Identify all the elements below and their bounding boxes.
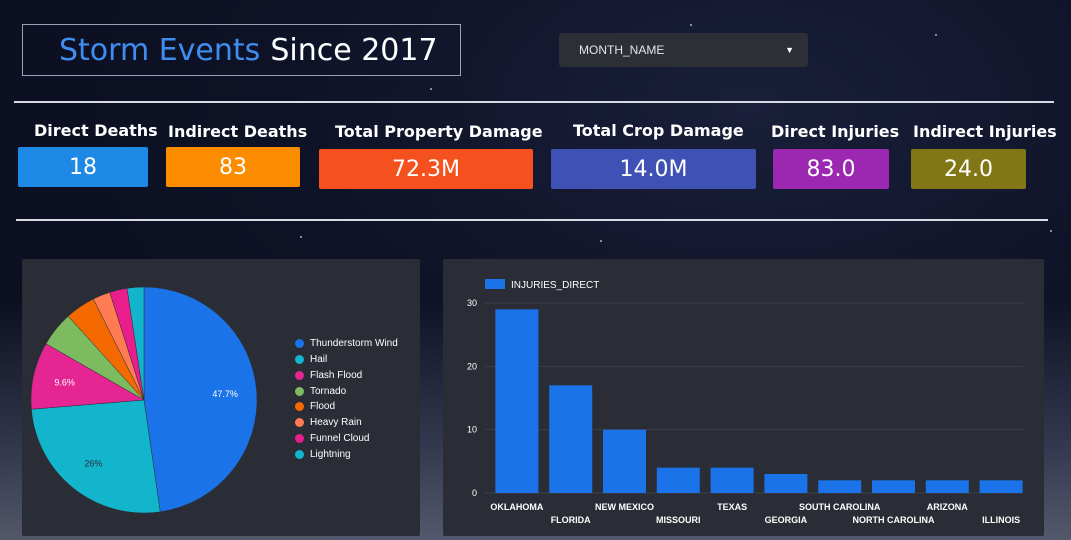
pie-slice-label: 9.6% [54,377,75,387]
kpi-label-property-damage: Total Property Damage [335,122,543,141]
x-tick-label: TEXAS [717,502,747,512]
bar[interactable] [818,480,862,493]
y-tick-label: 20 [467,361,477,371]
bar[interactable] [656,467,700,493]
pie-slice[interactable] [31,399,161,514]
pie-chart: 47.7% 26% 9.6% [30,286,258,514]
y-tick-label: 10 [467,425,477,435]
pie-legend-item[interactable]: Lightning [295,447,351,461]
bar[interactable] [495,309,539,493]
kpi-value-crop-damage: 14.0M [551,149,756,189]
x-tick-label: OKLAHOMA [490,502,543,512]
month-filter-dropdown[interactable]: MONTH_NAME ▼ [559,33,808,67]
legend-label: Heavy Rain [310,416,362,428]
kpi-label-crop-damage: Total Crop Damage [573,121,744,140]
pie-slice[interactable] [143,286,258,513]
legend-label: Thunderstorm Wind [310,337,398,349]
x-tick-label: ILLINOIS [982,515,1020,525]
bar-legend-swatch [485,279,505,289]
bar-chart: INJURIES_DIRECT 0 10 20 30 OKLAHOMA FLORIDA NE… [467,279,1023,525]
pie-legend-item[interactable]: Thunderstorm Wind [295,336,398,350]
background-star [600,240,602,242]
pie-legend-item[interactable]: Heavy Rain [295,415,362,429]
bar[interactable] [603,429,646,493]
background-star [690,24,692,26]
kpi-value-indirect-deaths: 83 [166,147,300,187]
bar-chart-panel: INJURIES_DIRECT 0 10 20 30 OKLAHOMA FLORIDA NE… [443,259,1044,536]
bar[interactable] [925,480,969,493]
pie-legend-item[interactable]: Flood [295,399,335,413]
pie-legend-item[interactable]: Funnel Cloud [295,431,369,445]
pie-slice-label: 47.7% [212,389,238,399]
legend-label: Hail [310,353,328,365]
x-tick-label: FLORIDA [551,515,591,525]
legend-label: Lightning [310,448,351,460]
kpi-label-indirect-deaths: Indirect Deaths [168,122,308,141]
background-star [430,88,432,90]
bar[interactable] [710,467,754,493]
x-tick-label: MISSOURI [656,515,701,525]
y-tick-label: 0 [472,488,477,498]
top-divider [14,101,1054,103]
background-star [300,236,302,238]
legend-dot-icon [295,354,304,364]
kpi-label-direct-deaths: Direct Deaths [34,121,158,140]
legend-dot-icon [295,401,304,411]
bar[interactable] [764,474,808,493]
bar[interactable] [872,480,915,493]
pie-slice-label: 26% [84,459,102,469]
bar[interactable] [549,385,593,493]
legend-label: Tornado [310,385,347,397]
bar[interactable] [979,480,1023,493]
legend-label: Funnel Cloud [310,432,370,444]
legend-dot-icon [295,417,304,427]
bar-legend-label: INJURIES_DIRECT [511,280,599,291]
kpi-value-property-damage: 72.3M [319,149,533,189]
title-part1: Storm Events [59,32,261,68]
caret-down-icon: ▼ [785,45,794,55]
kpi-value-direct-deaths: 18 [18,147,148,187]
y-tick-label: 30 [467,298,477,308]
kpi-value-indirect-injuries: 24.0 [911,149,1026,189]
title-part2: Since 2017 [270,32,438,68]
kpi-value-direct-injuries: 83.0 [773,149,889,189]
legend-dot-icon [295,370,304,380]
x-tick-label: GEORGIA [765,515,808,525]
bottom-divider [16,219,1048,221]
background-star [1050,230,1052,232]
x-tick-label: ARIZONA [927,502,968,512]
legend-dot-icon [295,449,304,459]
kpi-label-indirect-injuries: Indirect Injuries [913,122,1057,141]
legend-dot-icon [295,338,304,348]
month-filter-label: MONTH_NAME [579,43,665,57]
background-star [935,34,937,36]
legend-dot-icon [295,433,304,443]
x-tick-label: NORTH CAROLINA [853,515,935,525]
x-tick-label: NEW MEXICO [595,502,654,512]
pie-legend-item[interactable]: Tornado [295,384,346,398]
pie-chart-panel: 47.7% 26% 9.6% Thunderstorm Wind Hail Flas… [22,259,420,536]
pie-legend-item[interactable]: Flash Flood [295,368,362,382]
dashboard-title: Storm Events Since 2017 [22,24,461,76]
pie-legend-item[interactable]: Hail [295,352,327,366]
legend-label: Flash Flood [310,369,363,381]
kpi-label-direct-injuries: Direct Injuries [771,122,900,141]
legend-label: Flood [310,400,336,412]
legend-dot-icon [295,386,304,396]
x-tick-label: SOUTH CAROLINA [799,502,881,512]
